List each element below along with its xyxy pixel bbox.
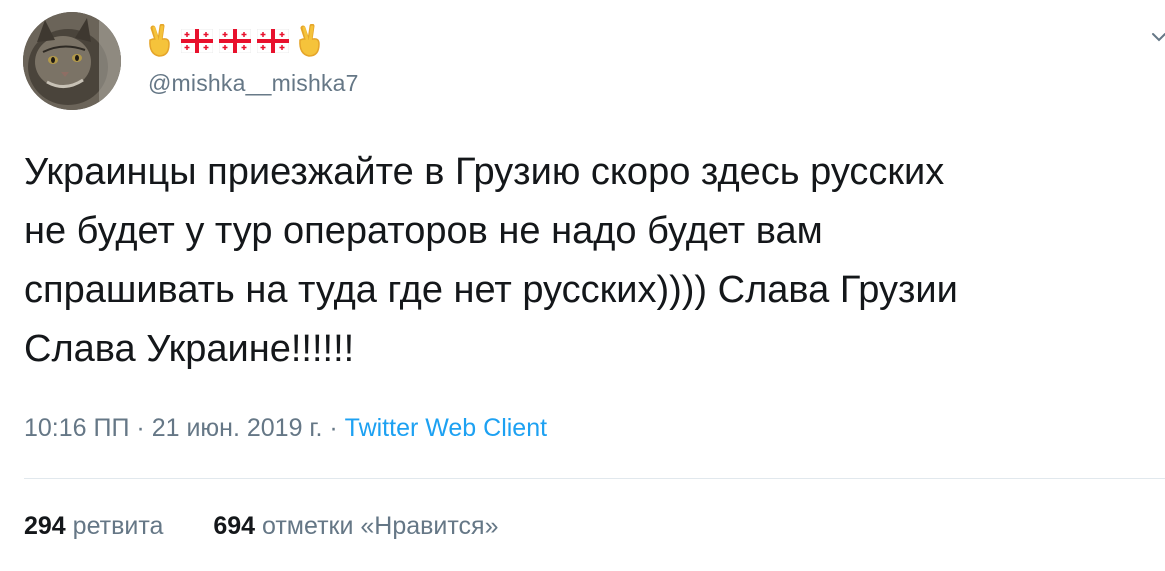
retweets-count: 294 — [24, 512, 66, 540]
tweet-stats: 294 ретвита 694 отметки «Нравится» — [24, 512, 499, 541]
separator-dot: · — [329, 414, 338, 442]
likes-stat[interactable]: 694 отметки «Нравится» — [213, 512, 498, 540]
display-name[interactable] — [145, 22, 325, 60]
likes-count: 694 — [213, 512, 256, 540]
georgia-flag-icon — [219, 29, 251, 53]
tweet-text: Украинцы приезжайте в Грузию скоро здесь… — [24, 151, 958, 370]
user-handle[interactable]: @mishka__mishka7 — [148, 70, 359, 97]
divider — [24, 478, 1165, 479]
avatar[interactable] — [23, 12, 121, 110]
victory-hand-icon — [299, 24, 320, 57]
retweets-stat[interactable]: 294 ретвита — [24, 512, 170, 540]
tweet-time[interactable]: 10:16 ПП — [24, 414, 129, 442]
tweet-client-link[interactable]: Twitter Web Client — [345, 414, 547, 442]
tweet-metadata: 10:16 ПП · 21 июн. 2019 г. · Twitter Web… — [24, 414, 547, 443]
tweet-date[interactable]: 21 июн. 2019 г. — [152, 414, 323, 442]
victory-hand-icon — [149, 24, 170, 57]
retweets-label: ретвита — [72, 512, 164, 540]
georgia-flag-icon — [257, 29, 289, 53]
separator-dot: · — [136, 414, 145, 442]
georgia-flag-icon — [181, 29, 213, 53]
cat-photo — [23, 12, 121, 110]
chevron-down-icon[interactable] — [1150, 28, 1165, 46]
likes-label: отметки «Нравится» — [262, 512, 499, 540]
